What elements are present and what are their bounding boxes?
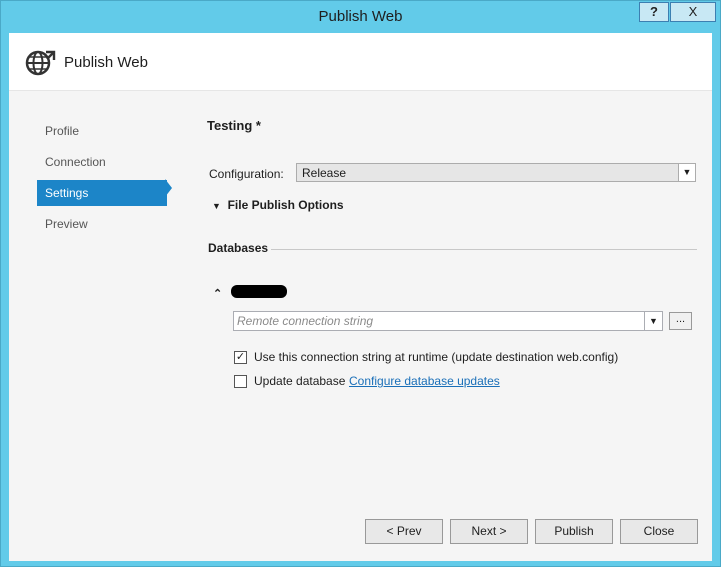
update-database-checkbox[interactable] — [234, 375, 247, 388]
window-title: Publish Web — [318, 8, 403, 25]
connection-string-input[interactable] — [234, 312, 647, 330]
use-connection-checkbox[interactable]: ✓ — [234, 351, 247, 364]
browse-connection-button[interactable]: ... — [669, 312, 692, 330]
update-database-label: Update database — [254, 374, 346, 388]
header-title: Publish Web — [64, 54, 148, 71]
next-button[interactable]: Next > — [450, 519, 528, 544]
globe-publish-icon — [25, 50, 56, 76]
chevron-up-icon[interactable]: ⌃ — [213, 287, 222, 300]
section-divider — [271, 249, 697, 250]
chevron-down-icon[interactable]: ▼ — [644, 312, 662, 330]
use-connection-label: Use this connection string at runtime (u… — [254, 350, 619, 364]
chevron-down-icon: ▼ — [212, 201, 221, 211]
help-button[interactable]: ? — [639, 2, 669, 22]
nav-selection-arrow — [165, 179, 172, 197]
dialog-body: Profile Connection Settings Preview Test… — [9, 91, 712, 561]
configuration-label: Configuration: — [209, 167, 284, 181]
chevron-down-icon[interactable]: ▼ — [678, 164, 695, 181]
nav-item-settings[interactable]: Settings — [37, 180, 167, 206]
connection-string-combo[interactable]: ▼ — [233, 311, 663, 331]
dialog-header: Publish Web — [9, 33, 712, 91]
file-publish-options-expander[interactable]: ▼ File Publish Options — [212, 198, 344, 212]
publish-web-window: Publish Web ? X Publish Web Profile Conn… — [0, 0, 721, 567]
nav-item-preview[interactable]: Preview — [37, 211, 167, 237]
file-publish-options-label: File Publish Options — [227, 198, 344, 212]
configure-database-updates-link[interactable]: Configure database updates — [349, 374, 500, 388]
nav-item-profile[interactable]: Profile — [37, 118, 167, 144]
prev-button[interactable]: < Prev — [365, 519, 443, 544]
configuration-value: Release — [302, 166, 347, 180]
publish-button[interactable]: Publish — [535, 519, 613, 544]
title-bar: Publish Web ? X — [1, 1, 720, 33]
nav-item-connection[interactable]: Connection — [37, 149, 167, 175]
redacted-database-name — [231, 285, 287, 298]
profile-title: Testing * — [207, 118, 261, 133]
close-button[interactable]: Close — [620, 519, 698, 544]
dialog-client-area: Publish Web Profile Connection Settings … — [9, 33, 712, 561]
window-close-button[interactable]: X — [670, 2, 716, 22]
databases-heading: Databases — [208, 241, 269, 255]
configuration-select[interactable]: Release ▼ — [296, 163, 696, 182]
